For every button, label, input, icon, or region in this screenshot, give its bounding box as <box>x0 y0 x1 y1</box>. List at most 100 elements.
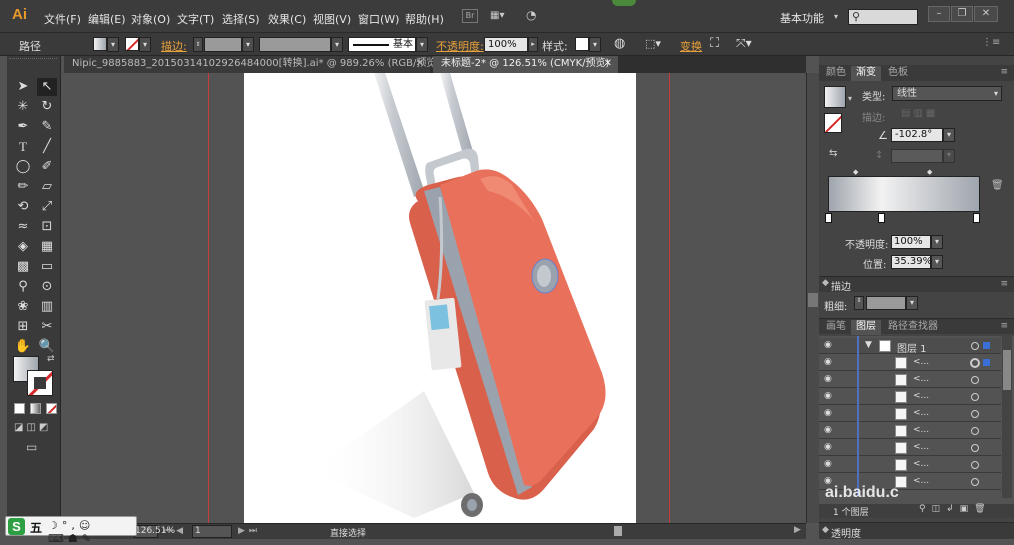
minimize-button[interactable]: – <box>928 6 950 22</box>
object-name[interactable]: <... <box>913 442 929 452</box>
close-icon[interactable]: ✕ <box>416 56 424 72</box>
stroke-weight-field[interactable] <box>866 296 906 310</box>
tab-swatches[interactable]: 色板 <box>883 66 913 81</box>
target-icon[interactable] <box>971 478 979 486</box>
menu-file[interactable]: 文件(F) <box>44 11 81 27</box>
column-graph-tool-icon[interactable]: ▥ <box>37 298 57 316</box>
sublayer-row[interactable]: ◉ <... <box>819 372 1001 388</box>
artboard-tool-icon[interactable]: ⊞ <box>13 318 33 336</box>
expand-arrow-icon[interactable]: ▼ <box>865 340 872 350</box>
opacity-field[interactable]: 100% <box>484 37 528 52</box>
page-nav-next-icons[interactable]: ▶⏭ <box>238 526 261 536</box>
tab-document-2[interactable]: 未标题-2* @ 126.51% (CMYK/预览) ✕ <box>433 56 618 73</box>
tab-brushes[interactable]: 画笔 <box>821 320 851 335</box>
pen-tool-icon[interactable]: ✒ <box>13 118 33 136</box>
ellipse-tool-icon[interactable]: ◯ <box>13 158 33 176</box>
document-canvas[interactable] <box>64 73 806 523</box>
target-icon[interactable] <box>971 376 979 384</box>
stroke-weight-dropdown[interactable]: ▾ <box>242 37 254 52</box>
transparency-panel-header[interactable]: ◆ 透明度 <box>819 522 1014 540</box>
object-name[interactable]: <... <box>913 374 929 384</box>
direct-selection-tool-icon[interactable]: ↖ <box>37 78 57 96</box>
gradient-tool-icon[interactable]: ▭ <box>37 258 57 276</box>
panel-menu-icon[interactable]: ≡ <box>1000 67 1008 77</box>
object-name[interactable]: <... <box>913 459 929 469</box>
scroll-thumb[interactable] <box>808 293 818 307</box>
tab-document-1[interactable]: Nipic_9885883_20150314102926484000[转换].a… <box>64 56 440 73</box>
artboard[interactable] <box>244 73 636 523</box>
opacity-label[interactable]: 不透明度: <box>436 38 484 54</box>
gradient-opacity-field[interactable]: 100% <box>891 235 931 249</box>
stroke-dropdown[interactable]: ▾ <box>139 37 151 52</box>
layer-name[interactable]: 图层 1 <box>897 340 927 355</box>
menu-type[interactable]: 文字(T) <box>177 11 214 27</box>
tab-pathfinder[interactable]: 路径查找器 <box>883 320 943 335</box>
panel-menu-icon[interactable]: ≡ <box>1000 321 1008 331</box>
sublayer-row[interactable]: ◉ <... <box>819 457 1001 473</box>
swap-colors-icon[interactable]: ⇄ <box>47 354 55 364</box>
gradient-stop-1[interactable] <box>825 213 832 223</box>
paintbrush-tool-icon[interactable]: ✐ <box>37 158 57 176</box>
arrange-documents-icon[interactable]: ▦▾ <box>490 10 516 23</box>
brush-dropdown[interactable]: ▾ <box>416 37 428 52</box>
magic-wand-tool-icon[interactable]: ✳ <box>13 98 33 116</box>
target-icon[interactable] <box>971 393 979 401</box>
target-icon[interactable] <box>971 444 979 452</box>
workspace-dropdown-icon[interactable]: ▾ <box>834 12 838 21</box>
object-name[interactable]: <... <box>913 357 929 367</box>
target-icon[interactable] <box>971 342 979 350</box>
eye-icon[interactable]: ◉ <box>824 341 834 350</box>
target-icon[interactable] <box>971 427 979 435</box>
sublayer-row[interactable]: ◉ <... <box>819 423 1001 439</box>
close-icon[interactable]: ✕ <box>604 56 612 72</box>
stroke-swatch[interactable] <box>125 37 139 51</box>
mesh-tool-icon[interactable]: ▩ <box>13 258 33 276</box>
object-name[interactable]: <... <box>913 391 929 401</box>
sublayer-row[interactable]: ◉ <... <box>819 389 1001 405</box>
target-icon[interactable] <box>971 410 979 418</box>
control-panel-menu-icon[interactable]: ⋮≡ <box>982 37 1000 51</box>
object-name[interactable]: <... <box>913 476 929 486</box>
variable-width-dropdown[interactable]: ▾ <box>331 37 343 52</box>
fill-dropdown[interactable]: ▾ <box>107 37 119 52</box>
stroke-stepper[interactable]: ⇕ <box>193 37 203 52</box>
gradient-stop-2[interactable] <box>878 213 885 223</box>
scroll-thumb[interactable] <box>1003 350 1011 390</box>
eyedropper-tool-icon[interactable]: ⚲ <box>13 278 33 296</box>
object-name[interactable]: <... <box>913 408 929 418</box>
eye-icon[interactable]: ◉ <box>824 392 834 401</box>
opacity-dropdown[interactable]: ▸ <box>528 37 538 52</box>
gradient-preset-dropdown[interactable]: ▾ <box>848 94 852 103</box>
rotate-tool-icon[interactable]: ⟲ <box>13 198 33 216</box>
stroke-label[interactable]: 描边: <box>161 38 187 54</box>
current-tool-status[interactable]: 直接选择 <box>330 526 366 539</box>
variable-width-field[interactable] <box>259 37 331 52</box>
menu-edit[interactable]: 编辑(E) <box>88 11 126 27</box>
gradient-angle-field[interactable]: -102.8° <box>891 128 943 142</box>
menu-help[interactable]: 帮助(H) <box>405 11 444 27</box>
opacity-dropdown[interactable]: ▾ <box>931 235 943 249</box>
slice-tool-icon[interactable]: ✂ <box>37 318 57 336</box>
artboard-number-field[interactable]: 1 <box>192 525 232 538</box>
eye-icon[interactable]: ◉ <box>824 460 834 469</box>
gpu-performance-icon[interactable]: ◔ <box>526 8 544 24</box>
aspect-ratio-field[interactable] <box>891 149 943 163</box>
screen-mode-icon[interactable]: ▭ <box>26 440 44 454</box>
ime-logo-icon[interactable]: S <box>8 518 25 535</box>
none-mode-icon[interactable] <box>46 403 57 414</box>
hand-tool-icon[interactable]: ✋ <box>13 338 33 356</box>
style-dropdown[interactable]: ▾ <box>589 37 601 52</box>
recolor-artwork-icon[interactable]: ◍ <box>614 36 630 52</box>
eye-icon[interactable]: ◉ <box>824 426 834 435</box>
type-tool-icon[interactable]: T <box>13 138 33 156</box>
draw-mode-icons[interactable]: ◪◫◩ <box>14 422 58 434</box>
fill-swatch[interactable] <box>93 37 107 51</box>
menu-object[interactable]: 对象(O) <box>131 11 170 27</box>
target-icon[interactable] <box>971 461 979 469</box>
eye-icon[interactable]: ◉ <box>824 358 834 367</box>
menu-window[interactable]: 窗口(W) <box>358 11 399 27</box>
zoom-field[interactable]: 126.51% <box>134 525 175 538</box>
scale-tool-icon[interactable]: ⤢ <box>37 198 57 216</box>
tab-layers[interactable]: 图层 <box>851 320 881 335</box>
stroke-color-box[interactable] <box>27 370 53 396</box>
